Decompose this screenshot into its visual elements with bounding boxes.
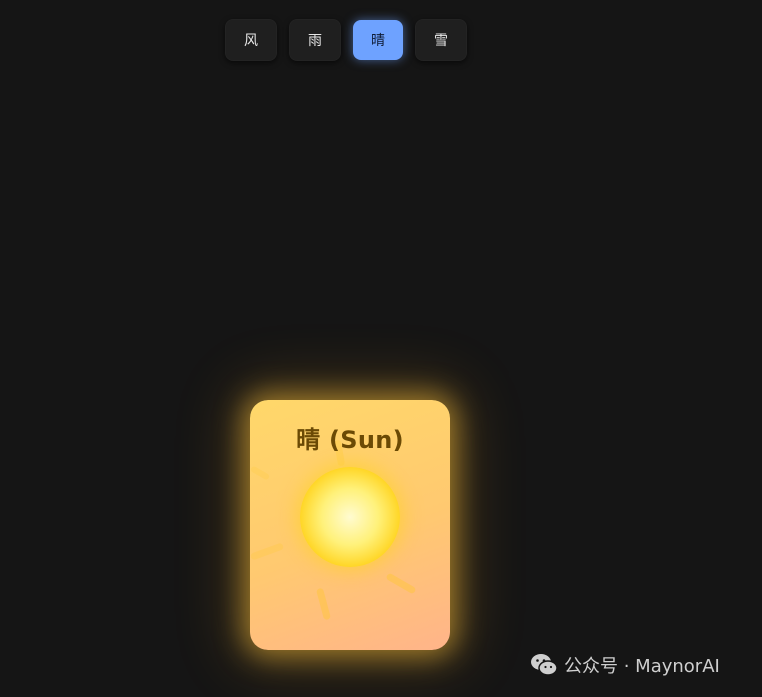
weather-app: 风 雨 晴 雪 晴 (Sun) 公众号 · MaynorAI bbox=[0, 0, 762, 697]
sun-icon bbox=[300, 467, 400, 567]
sun-ray bbox=[385, 572, 417, 595]
weather-tab-bar: 风 雨 晴 雪 bbox=[225, 19, 467, 61]
wechat-icon bbox=[531, 654, 558, 676]
sun-ray bbox=[250, 465, 271, 481]
sun-ray bbox=[250, 542, 285, 561]
tab-snow[interactable]: 雪 bbox=[415, 19, 467, 61]
tab-rain[interactable]: 雨 bbox=[289, 19, 341, 61]
tab-wind[interactable]: 风 bbox=[225, 19, 277, 61]
watermark: 公众号 · MaynorAI bbox=[530, 652, 720, 678]
watermark-text: 公众号 · MaynorAI bbox=[564, 656, 720, 677]
tab-sun[interactable]: 晴 bbox=[353, 20, 403, 60]
weather-card: 晴 (Sun) bbox=[250, 400, 450, 650]
sun-ray bbox=[315, 587, 332, 621]
card-title: 晴 (Sun) bbox=[296, 426, 404, 454]
